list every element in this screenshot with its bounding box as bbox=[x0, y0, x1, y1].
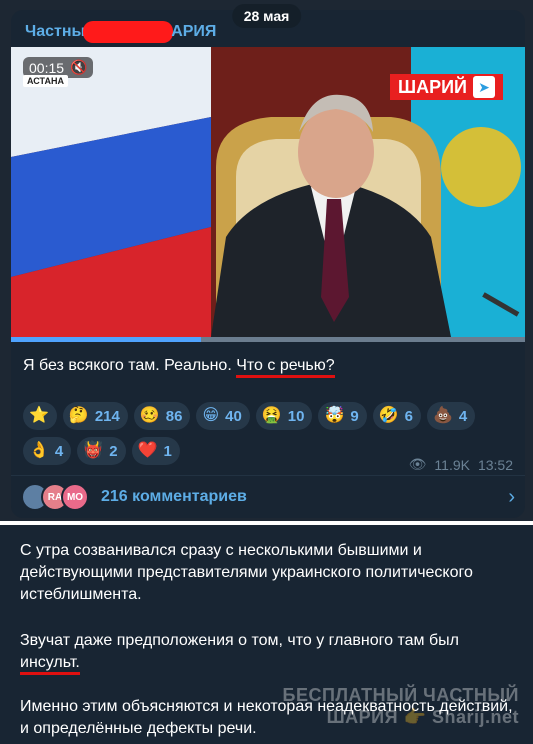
post2-paragraph-2-plain: Звучат даже предположения о том, что у г… bbox=[20, 632, 459, 649]
eye-icon: 👁 bbox=[408, 456, 427, 472]
reaction-pill[interactable]: 🥴 86 bbox=[133, 402, 191, 430]
channel-post: Частны АРИЯ 00:15 🔇 АСТАНА ШАРИЙ ➤ Я без… bbox=[11, 10, 525, 518]
reaction-count: 6 bbox=[404, 407, 413, 425]
video-player[interactable]: 00:15 🔇 АСТАНА ШАРИЙ ➤ bbox=[11, 47, 525, 337]
reaction-pill[interactable]: 🤔 214 bbox=[62, 402, 128, 430]
reaction-pill[interactable]: 👌 4 bbox=[23, 437, 72, 465]
post2-paragraph-2: Звучат даже предположения о том, что у г… bbox=[20, 630, 520, 675]
post2-highlight: инсульт. bbox=[20, 654, 80, 675]
video-time-label: 00:15 bbox=[29, 59, 65, 76]
date-badge: 28 мая bbox=[231, 4, 302, 28]
woozy-icon: 🥴 bbox=[139, 407, 160, 424]
watermark-line-1: БЕСПЛАТНЫЙ ЧАСТНЫЙ bbox=[282, 685, 519, 705]
reaction-count: 2 bbox=[109, 442, 118, 460]
reaction-pill[interactable]: 🤮 10 bbox=[255, 402, 313, 430]
heart-icon: ❤️ bbox=[137, 442, 158, 459]
post-meta: 👁 11.9K 13:52 bbox=[409, 456, 513, 473]
reaction-count: 214 bbox=[94, 407, 120, 425]
mute-icon[interactable]: 🔇 bbox=[70, 59, 87, 76]
reaction-pill[interactable]: 🤣 6 bbox=[372, 402, 421, 430]
vomit-icon: 🤮 bbox=[261, 407, 282, 424]
comments-button[interactable]: RA MO 216 комментариев › bbox=[21, 482, 515, 512]
video-progress-bar[interactable] bbox=[11, 337, 525, 342]
video-location-tag: АСТАНА bbox=[23, 75, 68, 87]
post2-paragraph-1: С утра созванивался сразу с несколькими … bbox=[20, 542, 473, 603]
comment-avatars: RA MO bbox=[21, 483, 89, 511]
reaction-pill[interactable]: 😁 40 bbox=[196, 402, 250, 430]
video-progress-fill bbox=[11, 337, 202, 342]
view-count: 11.9K bbox=[434, 456, 470, 473]
reaction-count: 4 bbox=[458, 407, 468, 425]
reaction-count: 40 bbox=[225, 407, 242, 425]
reaction-count: 9 bbox=[350, 407, 359, 425]
thinking-icon: 🤔 bbox=[68, 407, 89, 424]
logo-text: ШАРИЙ bbox=[398, 76, 467, 97]
comments-label: 216 комментариев bbox=[101, 488, 247, 505]
reaction-pill[interactable]: ⭐ bbox=[23, 402, 57, 430]
reaction-count: 86 bbox=[165, 407, 183, 425]
poop-icon: 💩 bbox=[433, 407, 453, 424]
chevron-right-icon: › bbox=[508, 485, 515, 508]
reaction-pill[interactable]: 💩 4 bbox=[427, 402, 476, 430]
ok-hand-icon: 👌 bbox=[29, 442, 49, 459]
rofl-icon: 🤣 bbox=[378, 407, 399, 424]
sharij-logo: ШАРИЙ ➤ bbox=[390, 74, 503, 100]
watermark-line-2: ШАРИЯ 👉 Sharij.net bbox=[326, 707, 519, 727]
channel-name-left: Частны bbox=[25, 23, 86, 40]
reaction-pill[interactable]: 👹 2 bbox=[77, 437, 126, 465]
post-time: 13:52 bbox=[477, 456, 513, 473]
divider bbox=[11, 475, 525, 476]
avatar: MO bbox=[61, 483, 89, 511]
reaction-count: 4 bbox=[54, 442, 64, 460]
channel-name-right: АРИЯ bbox=[171, 23, 217, 40]
watermark: БЕСПЛАТНЫЙ ЧАСТНЫЙ ШАРИЯ 👉 Sharij.net bbox=[283, 684, 519, 728]
channel-name[interactable]: Частны АРИЯ bbox=[25, 21, 216, 43]
grin-icon: 😁 bbox=[202, 407, 220, 424]
caption-highlight: Что с речью? bbox=[236, 357, 335, 378]
mind-blown-icon: 🤯 bbox=[324, 407, 345, 424]
redaction-mark bbox=[83, 21, 174, 43]
star-icon: ⭐ bbox=[29, 407, 49, 424]
caption-plain: Я без всякого там. Реально. bbox=[23, 357, 232, 374]
reaction-pill[interactable]: ❤️ 1 bbox=[131, 437, 180, 465]
reaction-count: 10 bbox=[287, 407, 305, 425]
telegram-logo-icon: ➤ bbox=[473, 76, 495, 98]
ogre-icon: 👹 bbox=[83, 442, 104, 459]
reaction-count: 1 bbox=[163, 442, 172, 460]
post-caption: Я без всякого там. Реально. Что с речью? bbox=[23, 355, 335, 378]
reaction-pill[interactable]: 🤯 9 bbox=[318, 402, 367, 430]
